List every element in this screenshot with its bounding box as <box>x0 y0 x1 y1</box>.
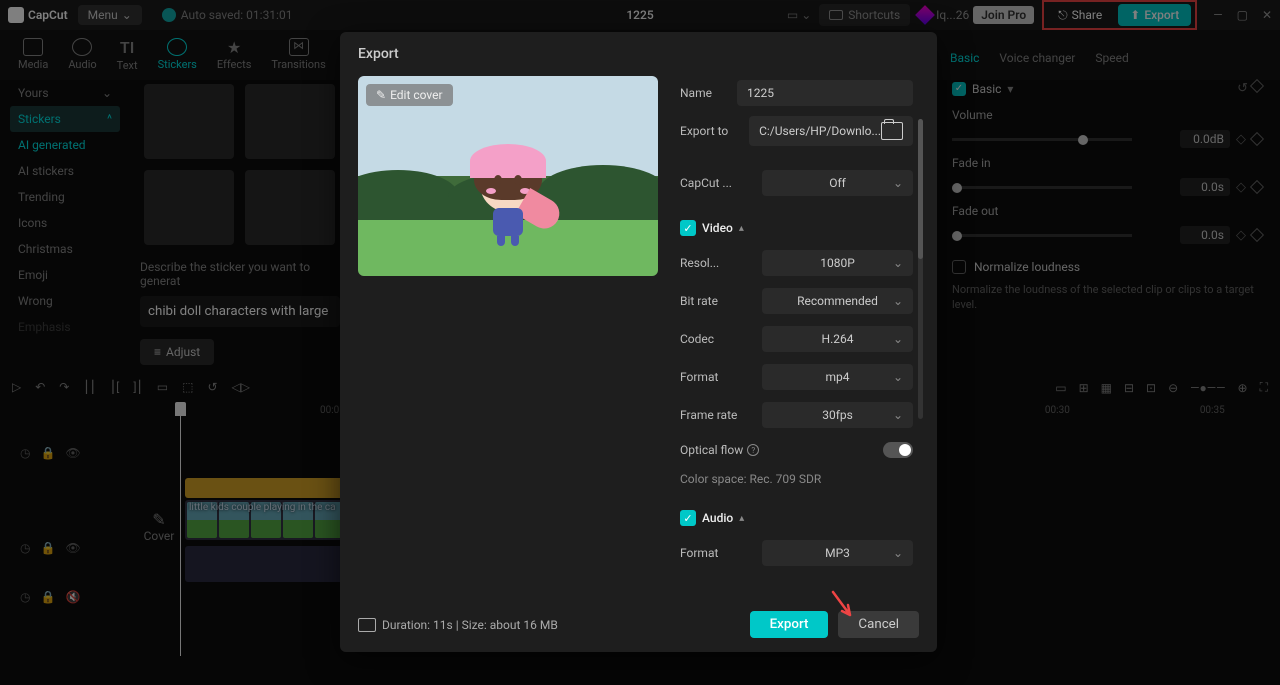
export-to-row: Export to C:/Users/HP/Downlo... <box>680 114 913 148</box>
format-select[interactable]: mp4 <box>762 364 913 390</box>
modal-preview-column: ✎ Edit cover <box>358 76 658 597</box>
check-icon[interactable]: ✓ <box>680 220 696 236</box>
export-modal: Export ✎ Edit cover <box>340 32 937 652</box>
modal-settings-column: Name Export to C:/Users/HP/Downlo... Cap… <box>680 76 919 597</box>
caret-up-icon: ▴ <box>739 223 744 234</box>
audio-section-header[interactable]: ✓ Audio ▴ <box>680 510 913 526</box>
modal-body: ✎ Edit cover <box>358 76 919 597</box>
framerate-value: 30fps <box>822 408 853 422</box>
resolution-select[interactable]: 1080P <box>762 250 913 276</box>
bush-shape <box>358 170 458 220</box>
audio-section-label: Audio <box>702 511 733 525</box>
name-label: Name <box>680 86 727 100</box>
codec-label: Codec <box>680 332 752 346</box>
color-space-info: Color space: Rec. 709 SDR <box>680 468 913 490</box>
video-section-label: Video <box>702 221 733 235</box>
optical-flow-label: Optical flow <box>680 443 743 457</box>
framerate-row: Frame rate 30fps <box>680 398 913 432</box>
format-label: Format <box>680 370 752 384</box>
chibi-character <box>480 156 536 246</box>
modal-cancel-button[interactable]: Cancel <box>838 611 919 638</box>
capcut-label: CapCut ... <box>680 176 752 190</box>
audio-format-label: Format <box>680 546 752 560</box>
duration-info-text: Duration: 11s | Size: about 16 MB <box>382 618 558 632</box>
resolution-value: 1080P <box>820 256 855 270</box>
capcut-select[interactable]: Off <box>762 170 913 196</box>
format-value: mp4 <box>825 370 849 384</box>
footer-buttons: Export Cancel <box>750 611 919 638</box>
pencil-icon: ✎ <box>376 88 386 102</box>
export-to-label: Export to <box>680 124 739 138</box>
scrollbar[interactable] <box>918 119 919 419</box>
modal-export-button[interactable]: Export <box>750 611 829 638</box>
capcut-row: CapCut ... Off <box>680 166 913 200</box>
edit-cover-button[interactable]: ✎ Edit cover <box>366 84 453 106</box>
framerate-select[interactable]: 30fps <box>762 402 913 428</box>
export-path-field[interactable]: C:/Users/HP/Downlo... <box>749 116 913 146</box>
bitrate-value: Recommended <box>797 294 878 308</box>
folder-icon[interactable] <box>881 122 903 140</box>
codec-row: Codec H.264 <box>680 322 913 356</box>
film-icon <box>358 618 376 632</box>
optical-flow-label-group: Optical flow ? <box>680 443 759 457</box>
export-info: Duration: 11s | Size: about 16 MB <box>358 618 558 632</box>
audio-format-row: Format MP3 <box>680 536 913 570</box>
video-section-header[interactable]: ✓ Video ▴ <box>680 220 913 236</box>
codec-value: H.264 <box>822 332 854 346</box>
export-path-value: C:/Users/HP/Downlo... <box>759 124 881 138</box>
audio-format-value: MP3 <box>825 546 850 560</box>
framerate-label: Frame rate <box>680 408 752 422</box>
format-row: Format mp4 <box>680 360 913 394</box>
info-icon[interactable]: ? <box>747 444 759 456</box>
resolution-label: Resol... <box>680 256 752 270</box>
modal-footer: Duration: 11s | Size: about 16 MB Export… <box>358 597 919 638</box>
resolution-row: Resol... 1080P <box>680 246 913 280</box>
bitrate-row: Bit rate Recommended <box>680 284 913 318</box>
scrollbar-thumb[interactable] <box>918 119 919 259</box>
cover-preview: ✎ Edit cover <box>358 76 658 276</box>
capcut-value: Off <box>829 176 846 190</box>
modal-title: Export <box>358 46 919 62</box>
check-icon[interactable]: ✓ <box>680 510 696 526</box>
name-input[interactable] <box>737 80 913 106</box>
edit-cover-label: Edit cover <box>390 88 443 102</box>
toggle-thumb <box>899 444 911 456</box>
name-row: Name <box>680 76 913 110</box>
caret-up-icon: ▴ <box>739 513 744 524</box>
bitrate-label: Bit rate <box>680 294 752 308</box>
audio-format-select[interactable]: MP3 <box>762 540 913 566</box>
optical-flow-toggle[interactable] <box>883 442 913 458</box>
bitrate-select[interactable]: Recommended <box>762 288 913 314</box>
codec-select[interactable]: H.264 <box>762 326 913 352</box>
optical-flow-row: Optical flow ? <box>680 436 913 464</box>
